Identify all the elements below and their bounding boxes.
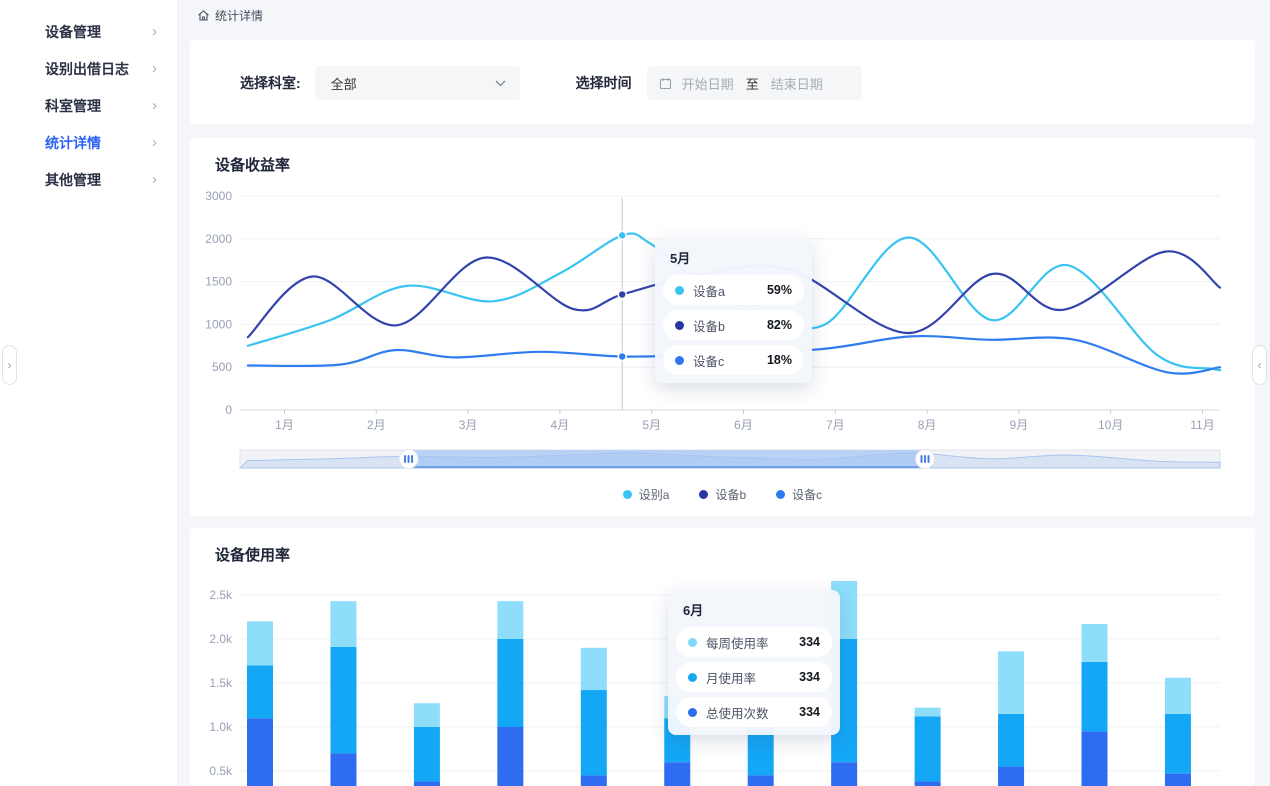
breadcrumb: 统计详情 (178, 0, 1270, 30)
svg-text:2000: 2000 (205, 232, 232, 246)
series-b-dot-icon (675, 321, 684, 330)
department-select[interactable]: 全部 (315, 66, 520, 100)
svg-text:2.5k: 2.5k (209, 588, 233, 602)
chevron-right-icon: › (8, 358, 12, 372)
tooltip-series-value: 334 (799, 670, 820, 684)
home-icon (197, 9, 210, 22)
svg-text:0.5k: 0.5k (209, 764, 233, 778)
svg-text:8月: 8月 (918, 418, 937, 432)
series-c-dot-icon (675, 356, 684, 365)
sidebar-item-other-management[interactable]: 其他管理 › (0, 161, 177, 198)
tooltip-header: 5月 (670, 248, 804, 267)
svg-text:1.0k: 1.0k (209, 720, 233, 734)
tooltip-series-label: 设备b (693, 316, 767, 335)
sidebar-item-statistics-detail[interactable]: 统计详情 › (0, 124, 177, 161)
svg-text:1000: 1000 (205, 317, 232, 331)
line-chart-tooltip: 5月 设备a 59% 设备b 82% 设备c 18% (655, 238, 812, 383)
sidebar-item-label: 科室管理 (45, 96, 152, 116)
chevron-right-icon: › (152, 97, 157, 114)
monthly-usage-dot-icon (688, 673, 697, 682)
series-a-dot-icon (675, 286, 684, 295)
tooltip-row: 每周使用率 334 (676, 627, 832, 657)
tooltip-series-label: 设备a (693, 281, 767, 300)
total-usage-dot-icon (688, 708, 697, 717)
revenue-rate-chart-card: 设备收益率 300020001500100050001月2月3月4月5月6月7月… (190, 138, 1255, 516)
svg-text:500: 500 (212, 360, 232, 374)
department-filter-label: 选择科室: (240, 73, 301, 93)
tooltip-row: 月使用率 334 (676, 662, 832, 692)
tooltip-row: 设备a 59% (663, 275, 804, 305)
main-content: 统计详情 选择科室: 全部 选择时间 (178, 0, 1270, 786)
sidebar-item-lending-log[interactable]: 设别出借日志 › (0, 50, 177, 87)
chevron-right-icon: › (152, 134, 157, 151)
svg-text:0: 0 (225, 403, 232, 417)
chevron-right-icon: › (152, 23, 157, 40)
svg-text:11月: 11月 (1190, 418, 1214, 432)
end-date-input[interactable]: 结束日期 (771, 74, 823, 93)
legend-dot-icon (776, 490, 785, 499)
legend-item-b[interactable]: 设备b (699, 486, 746, 503)
tooltip-row: 总使用次数 334 (676, 697, 832, 727)
svg-text:4月: 4月 (551, 418, 570, 432)
legend-dot-icon (623, 490, 632, 499)
filter-panel: 选择科室: 全部 选择时间 开始日期 至 结 (190, 40, 1255, 124)
bar-chart-tooltip: 6月 每周使用率 334 月使用率 334 总使用次数 334 (668, 590, 840, 735)
sidebar-item-label: 统计详情 (45, 133, 152, 153)
svg-text:9月: 9月 (1010, 418, 1029, 432)
tooltip-series-label: 月使用率 (706, 668, 799, 687)
tooltip-series-label: 总使用次数 (706, 703, 799, 722)
tooltip-header: 6月 (683, 600, 832, 619)
time-filter-label: 选择时间 (576, 73, 632, 93)
svg-text:1.5k: 1.5k (209, 676, 233, 690)
weekly-usage-dot-icon (688, 638, 697, 647)
start-date-input[interactable]: 开始日期 (682, 74, 734, 93)
tooltip-row: 设备b 82% (663, 310, 804, 340)
tooltip-row: 设备c 18% (663, 345, 804, 375)
date-separator: 至 (746, 74, 759, 93)
sidebar: 设备管理 › 设别出借日志 › 科室管理 › 统计详情 › 其他管理 › (0, 0, 178, 786)
sidebar-item-label: 设备管理 (45, 22, 152, 42)
tooltip-series-value: 334 (799, 635, 820, 649)
tooltip-series-value: 59% (767, 283, 792, 297)
svg-text:6月: 6月 (734, 418, 753, 432)
line-chart-legend: 设别a 设备b 设备c (190, 486, 1255, 503)
tooltip-series-value: 18% (767, 353, 792, 367)
svg-text:3月: 3月 (459, 418, 478, 432)
sidebar-item-label: 其他管理 (45, 170, 152, 190)
legend-label: 设备b (715, 486, 746, 503)
breadcrumb-label: 统计详情 (215, 7, 263, 24)
legend-item-c[interactable]: 设备c (776, 486, 822, 503)
svg-text:10月: 10月 (1098, 418, 1123, 432)
chevron-left-icon: ‹ (1258, 358, 1262, 372)
svg-text:1500: 1500 (205, 275, 232, 289)
svg-text:1月: 1月 (275, 418, 294, 432)
svg-text:3000: 3000 (205, 189, 232, 203)
chevron-right-icon: › (152, 60, 157, 77)
sidebar-item-label: 设别出借日志 (45, 59, 152, 79)
legend-dot-icon (699, 490, 708, 499)
usage-rate-chart-card: 设备使用率 2.5k2.0k1.5k1.0k0.5k 6月 每周使用率 334 … (190, 528, 1255, 786)
tooltip-series-label: 设备c (693, 351, 767, 370)
svg-text:7月: 7月 (826, 418, 845, 432)
tooltip-series-label: 每周使用率 (706, 633, 799, 652)
chevron-right-icon: › (152, 171, 157, 188)
svg-text:2月: 2月 (367, 418, 386, 432)
right-panel-collapse-button[interactable]: ‹ (1252, 345, 1267, 385)
legend-label: 设备c (792, 486, 822, 503)
tooltip-series-value: 334 (799, 705, 820, 719)
sidebar-item-device-management[interactable]: 设备管理 › (0, 13, 177, 50)
sidebar-item-department-management[interactable]: 科室管理 › (0, 87, 177, 124)
tooltip-series-value: 82% (767, 318, 792, 332)
svg-text:5月: 5月 (642, 418, 661, 432)
svg-text:2.0k: 2.0k (209, 632, 233, 646)
legend-item-a[interactable]: 设别a (623, 486, 670, 503)
date-range-picker[interactable]: 开始日期 至 结束日期 (647, 66, 862, 100)
calendar-icon (659, 77, 672, 90)
chevron-down-icon (495, 80, 506, 87)
department-select-value: 全部 (331, 74, 495, 93)
legend-label: 设别a (639, 486, 670, 503)
left-panel-expand-button[interactable]: › (2, 345, 17, 385)
